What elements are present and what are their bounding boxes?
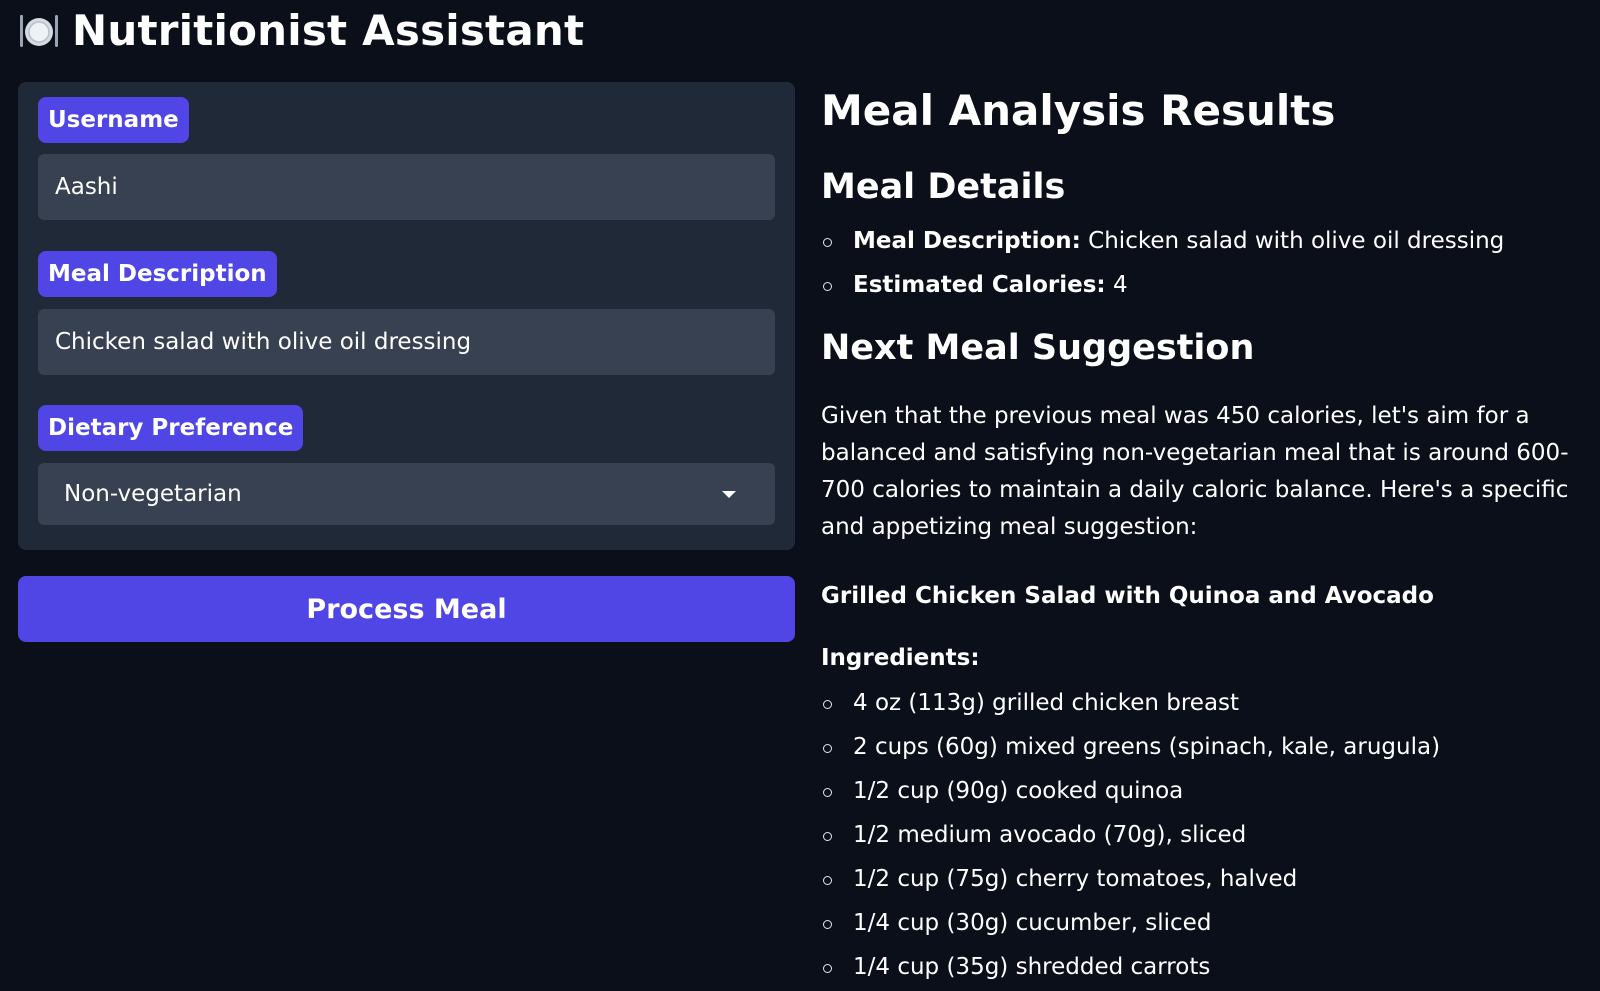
list-item: 4 oz (113g) grilled chicken breast (821, 681, 1440, 725)
list-item: 1/4 cup (30g) cucumber, sliced (821, 901, 1440, 945)
list-item: 1/4 cup (35g) shredded carrots (821, 945, 1440, 989)
username-input[interactable]: Aashi (38, 154, 775, 220)
estimated-calories-value: 4 (1112, 272, 1128, 298)
meal-details-list: Meal Description: Chicken salad with oli… (821, 219, 1504, 307)
next-meal-heading: Next Meal Suggestion (821, 328, 1255, 368)
list-item: 1/2 cup (90g) cooked quinoa (821, 769, 1440, 813)
ingredients-list: 4 oz (113g) grilled chicken breast 2 cup… (821, 681, 1440, 989)
chevron-down-icon (722, 491, 736, 498)
next-meal-paragraph: Given that the previous meal was 450 cal… (821, 403, 1569, 540)
username-label: Username (38, 97, 189, 143)
input-form-panel: Username Aashi Meal Description Chicken … (18, 82, 795, 550)
meal-description-label: Meal Description (38, 251, 277, 297)
process-meal-button[interactable]: Process Meal (18, 576, 795, 642)
app-header: Nutritionist Assistant (18, 4, 584, 56)
dietary-preference-label: Dietary Preference (38, 405, 304, 451)
app-title: Nutritionist Assistant (72, 5, 585, 55)
list-item: 1/2 medium avocado (70g), sliced (821, 813, 1440, 857)
plate-with-cutlery-icon (20, 15, 58, 47)
estimated-calories-key: Estimated Calories: (853, 272, 1106, 298)
ingredients-heading: Ingredients: (821, 645, 980, 671)
list-item: Meal Description: Chicken salad with oli… (821, 219, 1504, 263)
list-item: 2 cups (60g) mixed greens (spinach, kale… (821, 725, 1440, 769)
list-item: Estimated Calories: 4 (821, 263, 1504, 307)
meal-details-heading: Meal Details (821, 167, 1066, 207)
list-item: 1/2 cup (75g) cherry tomatoes, halved (821, 857, 1440, 901)
dietary-preference-select[interactable]: Non-vegetarian (38, 463, 775, 525)
meal-description-input[interactable]: Chicken salad with olive oil dressing (38, 309, 775, 375)
meal-description-key: Meal Description: (853, 228, 1081, 254)
meal-description-value: Chicken salad with olive oil dressing (1088, 228, 1505, 254)
dietary-preference-value: Non-vegetarian (64, 481, 242, 507)
results-title: Meal Analysis Results (821, 86, 1336, 135)
suggested-meal-name: Grilled Chicken Salad with Quinoa and Av… (821, 583, 1434, 609)
